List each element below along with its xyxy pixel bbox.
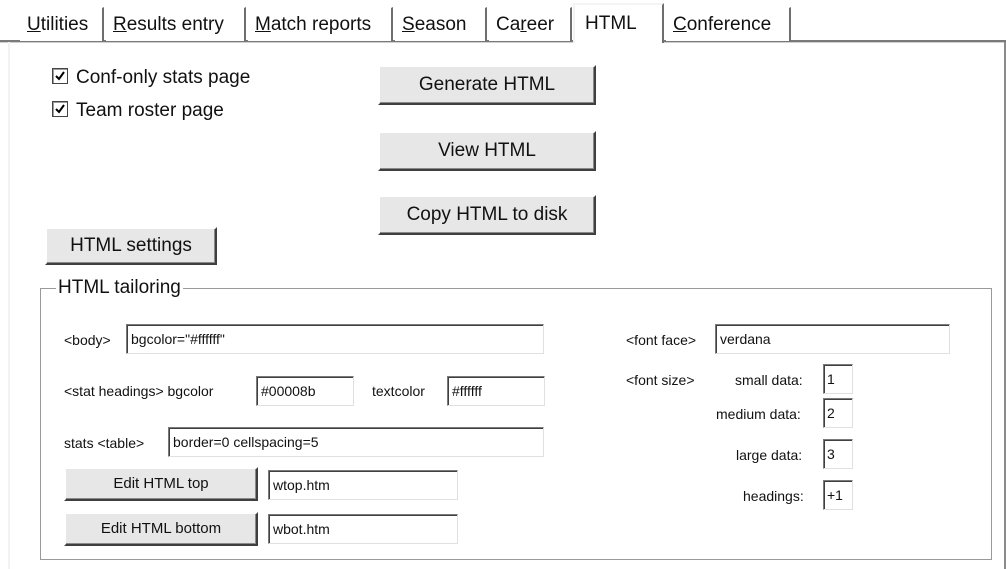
tab-label: Utilities: [27, 14, 89, 35]
medium-data-label: medium data:: [716, 406, 801, 422]
tab-label: Season: [402, 14, 467, 35]
medium-data-font-size-field[interactable]: 2: [823, 398, 853, 428]
team-roster-label: Team roster page: [76, 100, 224, 121]
small-data-label: small data:: [735, 372, 803, 388]
headings-label: headings:: [743, 488, 804, 504]
tab-conference[interactable]: Conference: [666, 7, 791, 41]
view-html-button[interactable]: View HTML: [378, 131, 596, 171]
body-label: <body>: [64, 332, 111, 348]
tab-label: Career: [496, 14, 555, 35]
textcolor-label: textcolor: [372, 383, 425, 399]
conf-only-label: Conf-only stats page: [76, 67, 251, 88]
tab-results-entry[interactable]: Results entry: [106, 7, 246, 41]
conf-only-stats-option[interactable]: Conf-only stats page: [52, 65, 250, 91]
tab-career[interactable]: Career: [489, 7, 572, 41]
html-settings-button[interactable]: HTML settings: [45, 227, 217, 265]
generate-html-button[interactable]: Generate HTML: [378, 65, 596, 105]
tab-utilities[interactable]: Utilities: [20, 7, 104, 41]
textcolor-field[interactable]: #ffffff: [447, 376, 545, 406]
tab-html[interactable]: HTML: [573, 3, 664, 43]
panel-left-edge: [8, 42, 10, 569]
tab-label: Results entry: [113, 14, 224, 35]
edit-html-top-button[interactable]: Edit HTML top: [64, 467, 258, 501]
stat-headings-bgcolor-field[interactable]: #00008b: [256, 376, 354, 406]
font-face-field[interactable]: verdana: [715, 324, 950, 354]
small-data-font-size-field[interactable]: 1: [823, 364, 853, 394]
conf-only-checkbox[interactable]: [52, 68, 68, 84]
team-roster-checkbox[interactable]: [52, 101, 68, 117]
font-size-label: <font size>: [626, 372, 695, 388]
checkmark-icon: [55, 104, 65, 114]
tab-label: Conference: [673, 14, 772, 35]
html-bottom-file-field[interactable]: wbot.htm: [268, 514, 458, 544]
tab-strip: Utilities Results entry Match reports Se…: [0, 0, 1006, 43]
stats-table-label: stats <table>: [64, 435, 145, 451]
html-tailoring-title: HTML tailoring: [56, 276, 183, 300]
copy-html-to-disk-button[interactable]: Copy HTML to disk: [378, 195, 596, 235]
large-data-font-size-field[interactable]: 3: [823, 439, 853, 469]
tab-label: HTML: [585, 13, 637, 34]
tab-match-reports[interactable]: Match reports: [248, 7, 393, 41]
stats-table-attributes-field[interactable]: border=0 cellspacing=5: [168, 427, 544, 457]
edit-html-bottom-button[interactable]: Edit HTML bottom: [64, 512, 258, 546]
team-roster-option[interactable]: Team roster page: [52, 98, 224, 124]
font-face-label: <font face>: [626, 332, 697, 348]
tab-label: Match reports: [255, 14, 372, 35]
large-data-label: large data:: [736, 447, 803, 463]
checkmark-icon: [55, 71, 65, 81]
tab-season[interactable]: Season: [395, 7, 487, 41]
body-attributes-field[interactable]: bgcolor="#ffffff": [126, 324, 544, 354]
headings-font-size-field[interactable]: +1: [823, 480, 853, 510]
html-top-file-field[interactable]: wtop.htm: [268, 470, 458, 500]
stat-headings-label: <stat headings> bgcolor: [64, 383, 214, 399]
